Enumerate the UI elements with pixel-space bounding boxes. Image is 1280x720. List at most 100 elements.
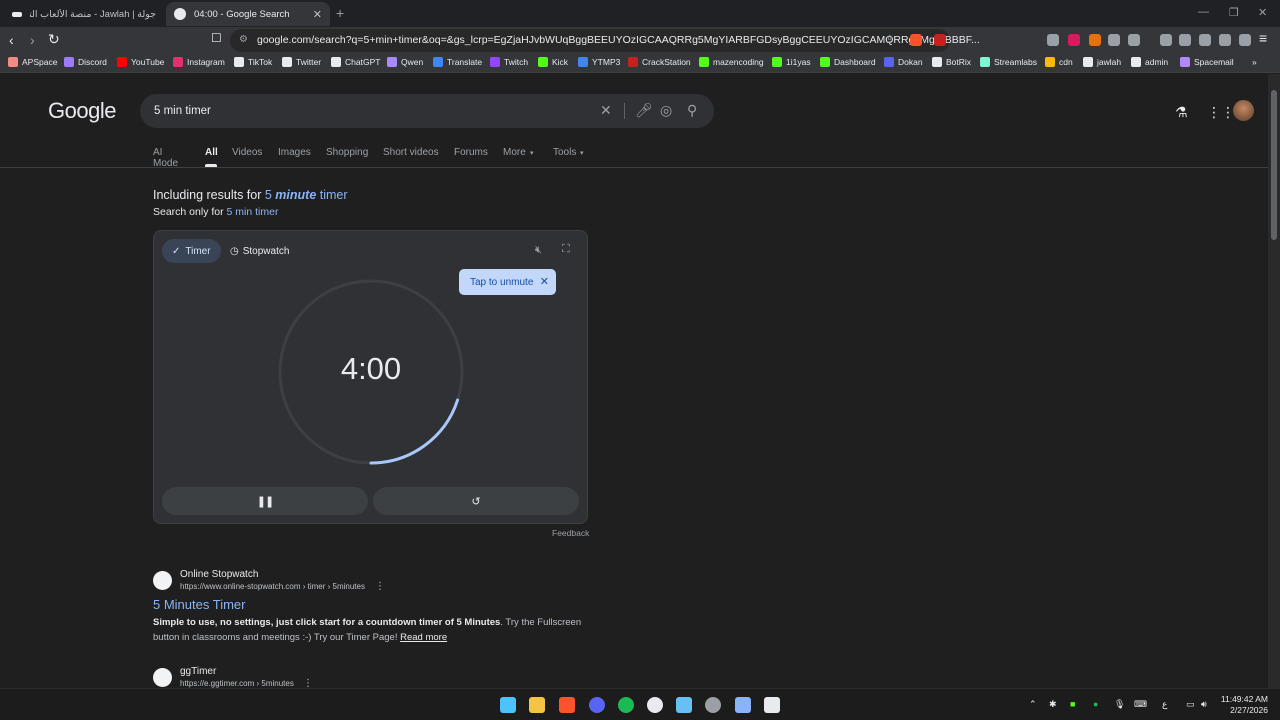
brave-browser-icon[interactable] <box>559 697 575 713</box>
vpn-shield-icon[interactable] <box>1239 34 1251 46</box>
tab-all[interactable]: All <box>205 147 218 158</box>
microphone-icon[interactable]: 🎙︎ <box>1114 699 1125 710</box>
address-bar[interactable]: ⚙ google.com/search?q=5+min+timer&oq=&gs… <box>230 29 980 52</box>
bookmark-crackstation[interactable]: CrackStation <box>628 57 691 67</box>
muted-speaker-icon[interactable]: 🔇︎ <box>535 244 542 257</box>
share-icon[interactable]: ⇪ <box>885 33 894 46</box>
bookmark-jawlah[interactable]: jawlah <box>1083 57 1121 67</box>
tab-forums[interactable]: Forums <box>454 147 488 158</box>
url-text[interactable]: google.com/search?q=5+min+timer&oq=&gs_l… <box>257 34 980 46</box>
windows-start-icon[interactable] <box>500 697 516 713</box>
restore-icon[interactable]: ❐ <box>1229 6 1239 19</box>
bookmark-1i1yas[interactable]: 1i1yas <box>772 57 811 67</box>
close-tab-icon[interactable]: ✕ <box>313 8 322 21</box>
bookmark-tiktok[interactable]: TikTok <box>234 57 272 67</box>
close-window-icon[interactable]: ✕ <box>1258 6 1267 19</box>
tray-app-icon[interactable]: ● <box>1093 699 1098 709</box>
extension-4-icon[interactable] <box>1128 34 1140 46</box>
timer-display[interactable]: 4:00 <box>275 351 467 387</box>
voice-search-icon[interactable]: 🎤︎ <box>635 102 653 119</box>
minimize-icon[interactable]: — <box>1198 6 1209 18</box>
tab-shopping[interactable]: Shopping <box>326 147 368 158</box>
more-bookmarks-icon[interactable]: » <box>1252 57 1257 67</box>
brave-rewards-icon[interactable] <box>934 34 946 46</box>
result-site-name[interactable]: ggTimer <box>180 666 216 677</box>
bookmark-icon[interactable]: ☐ <box>211 31 222 45</box>
notepad-icon[interactable] <box>735 697 751 713</box>
tab-images[interactable]: Images <box>278 147 311 158</box>
corrected-query-link[interactable]: 5 minute timer <box>265 188 348 202</box>
bookmark-mazencoding[interactable]: mazencoding <box>699 57 764 67</box>
keyboard-icon[interactable]: ⌨ <box>1134 699 1147 710</box>
language-indicator[interactable]: ع <box>1162 699 1167 710</box>
extension-1-icon[interactable] <box>1047 34 1059 46</box>
tab-tools[interactable]: Tools <box>553 147 576 158</box>
forward-icon[interactable]: › <box>30 32 35 48</box>
display-icon[interactable]: ▭ <box>1186 699 1195 710</box>
bookmark-streamlabs[interactable]: Streamlabs <box>980 57 1037 67</box>
feedback-link[interactable]: Feedback <box>552 528 589 538</box>
tab-google-search[interactable]: 04:00 - Google Search ✕ <box>166 2 330 26</box>
show-hidden-icons-icon[interactable]: ⌃ <box>1029 699 1037 710</box>
read-more-link[interactable]: Read more <box>400 632 447 643</box>
unmute-tooltip[interactable]: Tap to unmute ✕ <box>459 269 556 295</box>
result-url[interactable]: https://www.online-stopwatch.com › timer… <box>180 582 365 591</box>
bookmark-botrix[interactable]: BotRix <box>932 57 971 67</box>
close-icon[interactable]: ✕ <box>540 275 549 288</box>
sidebar-icon[interactable] <box>1179 34 1191 46</box>
bookmark-qwen[interactable]: Qwen <box>387 57 423 67</box>
discord-taskbar-icon[interactable] <box>589 697 605 713</box>
bookmark-dokan[interactable]: Dokan <box>884 57 923 67</box>
result-site-name[interactable]: Online Stopwatch <box>180 569 258 580</box>
google-logo[interactable]: Google <box>48 98 116 124</box>
search-icon[interactable]: ⚲ <box>687 102 697 119</box>
more-options-icon[interactable]: ⋮ <box>375 581 385 592</box>
bookmark-spacemail[interactable]: Spacemail <box>1180 57 1234 67</box>
bookmark-twitch[interactable]: Twitch <box>490 57 528 67</box>
new-tab-button[interactable]: + <box>336 5 344 21</box>
bookmark-apspace[interactable]: APSpace <box>8 57 57 67</box>
spotify-icon[interactable] <box>618 697 634 713</box>
bookmark-discord[interactable]: Discord <box>64 57 107 67</box>
tab-videos[interactable]: Videos <box>232 147 262 158</box>
original-query-link[interactable]: 5 min timer <box>227 206 279 218</box>
bookmark-ytmp3[interactable]: YTMP3 <box>578 57 620 67</box>
steam-icon[interactable] <box>676 697 692 713</box>
extension-3-icon[interactable] <box>1089 34 1101 46</box>
system-clock[interactable]: 11:49:42 AM 2/27/2026 <box>1218 694 1268 716</box>
extension-2-icon[interactable] <box>1068 34 1080 46</box>
tab-ai-mode[interactable]: AI Mode <box>153 147 178 169</box>
brave-shields-icon[interactable] <box>910 34 922 46</box>
lens-search-icon[interactable]: ◎ <box>660 102 672 119</box>
steelseries-icon[interactable] <box>647 697 663 713</box>
avatar[interactable] <box>1233 100 1254 121</box>
more-options-icon[interactable]: ⋮ <box>303 678 313 688</box>
tab-jawlah[interactable]: جولة | Jawlah - منصة الألعاب التفاعلية <box>4 2 164 26</box>
timer-tab-chip[interactable]: ✓ Timer <box>162 239 221 263</box>
wallet-icon[interactable] <box>1199 34 1211 46</box>
bookmark-dashboard[interactable]: Dashboard <box>820 57 876 67</box>
reload-icon[interactable]: ↻ <box>48 31 60 48</box>
pause-button[interactable]: ❚❚ <box>162 487 368 515</box>
app-icon[interactable] <box>705 697 721 713</box>
site-info-icon[interactable]: ⚙ <box>239 34 248 45</box>
fullscreen-icon[interactable]: ⛶ <box>562 243 570 256</box>
result-url[interactable]: https://e.ggtimer.com › 5minutes <box>180 679 294 688</box>
bookmark-chatgpt[interactable]: ChatGPT <box>331 57 380 67</box>
leo-ai-icon[interactable] <box>1219 34 1231 46</box>
bookmark-cdn[interactable]: cdn <box>1045 57 1073 67</box>
apps-grid-icon[interactable]: ⋮⋮ <box>1207 104 1235 121</box>
result-title-link[interactable]: 5 Minutes Timer <box>153 597 245 612</box>
capcut-icon[interactable] <box>764 697 780 713</box>
labs-flask-icon[interactable]: ⚗ <box>1175 104 1188 121</box>
bookmark-youtube[interactable]: YouTube <box>117 57 164 67</box>
tab-more[interactable]: More <box>503 147 526 158</box>
tray-app-icon[interactable]: ■ <box>1070 699 1075 709</box>
slack-tray-icon[interactable]: ✱ <box>1049 699 1057 710</box>
bookmark-admin[interactable]: admin <box>1131 57 1168 67</box>
bookmark-instagram[interactable]: Instagram <box>173 57 225 67</box>
extensions-puzzle-icon[interactable] <box>1108 34 1120 46</box>
scrollbar-thumb[interactable] <box>1271 90 1277 240</box>
bookmark-translate[interactable]: Translate <box>433 57 482 67</box>
back-icon[interactable]: ‹ <box>9 32 14 48</box>
